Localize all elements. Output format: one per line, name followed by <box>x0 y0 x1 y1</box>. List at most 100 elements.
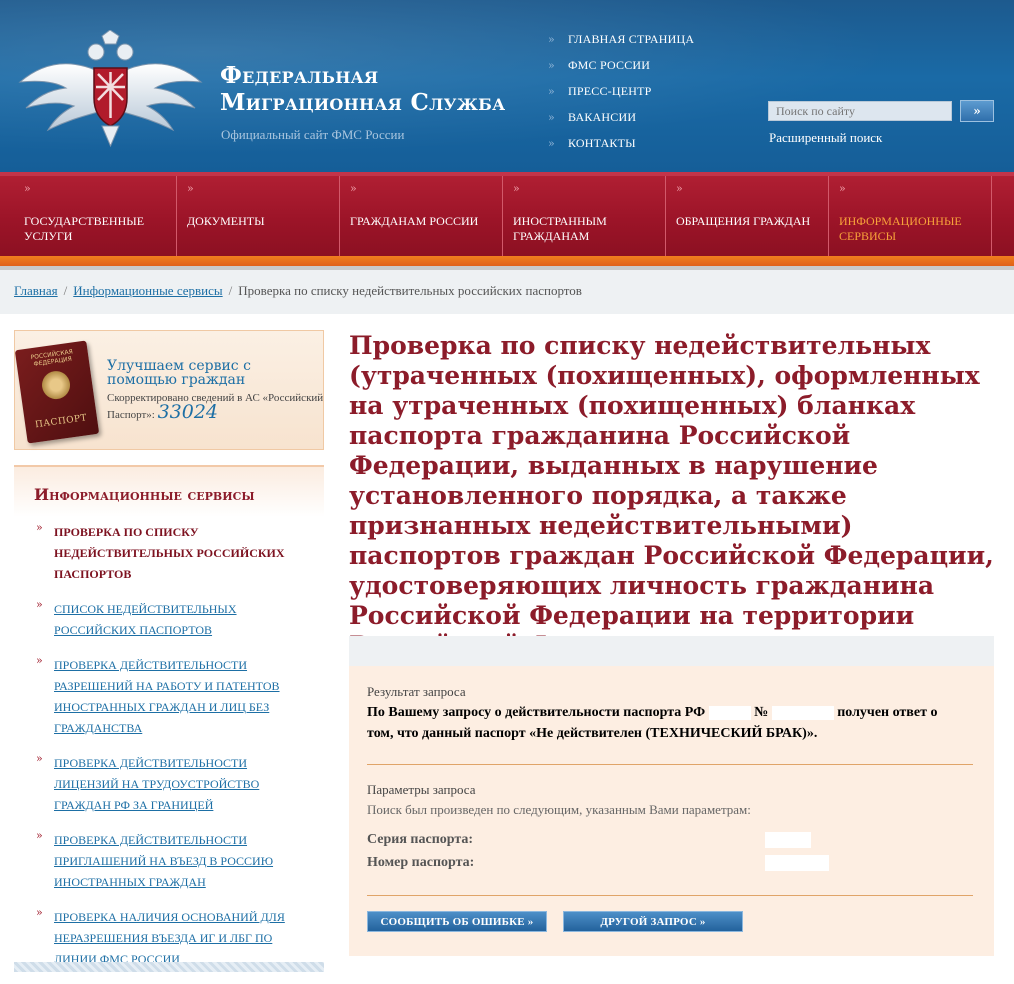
sidebar-item-work-permits[interactable]: » Проверка действительности разрешений на… <box>14 654 324 738</box>
main-nav-label: ДОКУМЕНТЫ <box>187 214 265 228</box>
promo-count: 33024 <box>157 401 219 423</box>
main-nav-item-documents[interactable]: » ДОКУМЕНТЫ <box>177 176 340 256</box>
sidebar-item-passport-check[interactable]: » Проверка по списку недействительных рос… <box>14 521 324 584</box>
sidebar-item-passport-list[interactable]: » Список недействительных российских пасп… <box>14 598 324 640</box>
search-button[interactable]: » <box>960 100 994 122</box>
advanced-search-link[interactable]: Расширенный поиск <box>769 130 882 146</box>
orange-divider <box>0 256 1014 266</box>
arrow-icon: » <box>548 110 555 124</box>
top-nav: » ГЛАВНАЯ СТРАНИЦА » ФМС РОССИИ » ПРЕСС-ЦЕН… <box>548 26 694 156</box>
sidebar: Информационные сервисы » Проверка по спис… <box>14 465 324 972</box>
sidebar-item-entry-ban[interactable]: » Проверка наличия оснований для неразреш… <box>14 906 324 969</box>
main-nav: » ГОСУДАРСТВЕННЫЕ УСЛУГИ » ДОКУМЕНТЫ » ГРАЖ… <box>0 172 1014 256</box>
sidebar-item-label: Проверка действительности приглашений на… <box>54 833 274 889</box>
main-nav-item-foreign-citizens[interactable]: » ИНОСТРАННЫМ ГРАЖДАНАМ <box>503 176 666 256</box>
result-number-sign: № <box>754 705 769 720</box>
arrow-icon: » <box>36 752 43 765</box>
divider <box>367 764 973 765</box>
main-nav-label: ИНФОРМАЦИОННЫЕ СЕРВИСЫ <box>839 214 962 243</box>
sidebar-item-licenses[interactable]: » Проверка действительности лицензий на т… <box>14 752 324 815</box>
breadcrumb-current: Проверка по списку недействительных росс… <box>238 283 582 298</box>
main-nav-item-russian-citizens[interactable]: » ГРАЖДАНАМ РОССИИ <box>340 176 503 256</box>
site-subtitle: Официальный сайт ФМС России <box>221 127 405 142</box>
breadcrumb-separator: / <box>228 283 233 298</box>
sidebar-item-label: Проверка действительности разрешений на … <box>54 658 280 735</box>
main-nav-label: ОБРАЩЕНИЯ ГРАЖДАН <box>676 214 811 228</box>
result-text-part1: По Вашему запросу о действительности пас… <box>367 705 706 720</box>
main-nav-label: ГОСУДАРСТВЕННЫЕ УСЛУГИ <box>24 214 145 243</box>
site-title[interactable]: Федеральная Миграционная Служба <box>220 62 505 116</box>
arrow-icon: » <box>839 182 846 195</box>
redacted-series <box>708 705 751 720</box>
series-label: Серия паспорта: <box>367 832 474 847</box>
top-nav-label: ФМС РОССИИ <box>568 57 651 72</box>
breadcrumb-separator: / <box>63 283 68 298</box>
arrow-icon: » <box>36 598 43 611</box>
sidebar-item-label: Список недействительных российских паспо… <box>54 602 237 637</box>
sidebar-item-invitations[interactable]: » Проверка действительности приглашений н… <box>14 829 324 892</box>
params-label: Параметры запроса <box>367 782 476 797</box>
main-nav-item-info-services[interactable]: » ИНФОРМАЦИОННЫЕ СЕРВИСЫ <box>829 176 992 256</box>
top-nav-item-fms[interactable]: » ФМС РОССИИ <box>548 52 694 78</box>
arrow-icon: » <box>24 182 31 195</box>
arrow-icon: » <box>513 182 520 195</box>
passport-label: ПАСПОРТ <box>34 413 88 431</box>
passport-emblem-icon <box>40 369 72 401</box>
arrow-icon: » <box>676 182 683 195</box>
top-nav-item-contacts[interactable]: » КОНТАКТЫ <box>548 130 694 156</box>
top-nav-item-home[interactable]: » ГЛАВНАЯ СТРАНИЦА <box>548 26 694 52</box>
sidebar-title: Информационные сервисы <box>34 485 255 504</box>
arrow-icon: » <box>187 182 194 195</box>
sidebar-footer-stripe <box>14 962 324 972</box>
site-title-line2: Миграционная Служба <box>220 89 506 116</box>
site-header: Федеральная Миграционная Служба Официаль… <box>0 0 1014 172</box>
result-panel: Результат запроса По Вашему запросу о де… <box>349 636 994 956</box>
top-nav-label: КОНТАКТЫ <box>568 135 636 150</box>
main-nav-item-appeals[interactable]: » ОБРАЩЕНИЯ ГРАЖДАН <box>666 176 829 256</box>
params-description: Поиск был произведен по следующим, указа… <box>367 802 751 817</box>
main-nav-label: ГРАЖДАНАМ РОССИИ <box>350 214 479 228</box>
breadcrumb: Главная / Информационные сервисы / Проверка … <box>0 270 1014 314</box>
search-input[interactable] <box>768 101 952 121</box>
promo-title: Улучшаем сервис с помощью граждан <box>107 358 251 388</box>
top-nav-item-vacancies[interactable]: » ВАКАНСИИ <box>548 104 694 130</box>
sidebar-list: » Проверка по списку недействительных рос… <box>14 521 324 969</box>
sidebar-item-label: Проверка по списку недействительных росс… <box>54 525 285 581</box>
top-nav-label: ПРЕСС-ЦЕНТР <box>568 83 652 98</box>
breadcrumb-home-link[interactable]: Главная <box>14 283 58 298</box>
arrow-icon: » <box>548 58 555 72</box>
breadcrumb-section-link[interactable]: Информационные сервисы <box>73 283 222 298</box>
redacted-number <box>771 705 834 720</box>
new-request-button[interactable]: ДРУГОЙ ЗАПРОС » <box>563 911 743 932</box>
top-nav-label: ВАКАНСИИ <box>568 109 637 124</box>
arrow-icon: » <box>36 654 43 667</box>
arrow-icon: » <box>350 182 357 195</box>
site-title-line1: Федеральная <box>220 62 379 89</box>
result-text: По Вашему запросу о действительности пас… <box>367 702 967 744</box>
main-nav-label: ИНОСТРАННЫМ ГРАЖДАНАМ <box>513 214 607 243</box>
arrow-icon: » <box>548 32 555 46</box>
arrow-icon: » <box>36 521 43 534</box>
passport-icon: РОССИЙСКАЯ ФЕДЕРАЦИЯ ПАСПОРТ <box>14 340 100 444</box>
passport-top-text: РОССИЙСКАЯ ФЕДЕРАЦИЯ <box>30 348 74 368</box>
arrow-icon: » <box>36 906 43 919</box>
promo-banner[interactable]: РОССИЙСКАЯ ФЕДЕРАЦИЯ ПАСПОРТ Улучшаем се… <box>14 330 324 450</box>
main-nav-item-gov-services[interactable]: » ГОСУДАРСТВЕННЫЕ УСЛУГИ <box>14 176 177 256</box>
divider <box>367 895 973 896</box>
sidebar-header: Информационные сервисы <box>14 465 324 517</box>
page-title: Проверка по списку недействительных (утр… <box>349 331 994 660</box>
result-label: Результат запроса <box>367 684 466 699</box>
arrow-icon: » <box>548 136 555 150</box>
report-error-button[interactable]: СООБЩИТЬ ОБ ОШИБКЕ » <box>367 911 547 932</box>
sidebar-item-label: Проверка наличия оснований для неразреше… <box>54 910 285 966</box>
sidebar-item-label: Проверка действительности лицензий на тр… <box>54 756 260 812</box>
number-value-redacted <box>765 855 829 871</box>
promo-text: Скорректировано сведений в АС «Российски… <box>107 391 327 422</box>
number-label: Номер паспорта: <box>367 855 475 870</box>
series-value-redacted <box>765 832 811 848</box>
top-nav-item-press[interactable]: » ПРЕСС-ЦЕНТР <box>548 78 694 104</box>
arrow-icon: » <box>36 829 43 842</box>
double-headed-eagle-emblem-icon[interactable] <box>18 30 203 148</box>
top-nav-label: ГЛАВНАЯ СТРАНИЦА <box>568 31 695 46</box>
arrow-icon: » <box>548 84 555 98</box>
